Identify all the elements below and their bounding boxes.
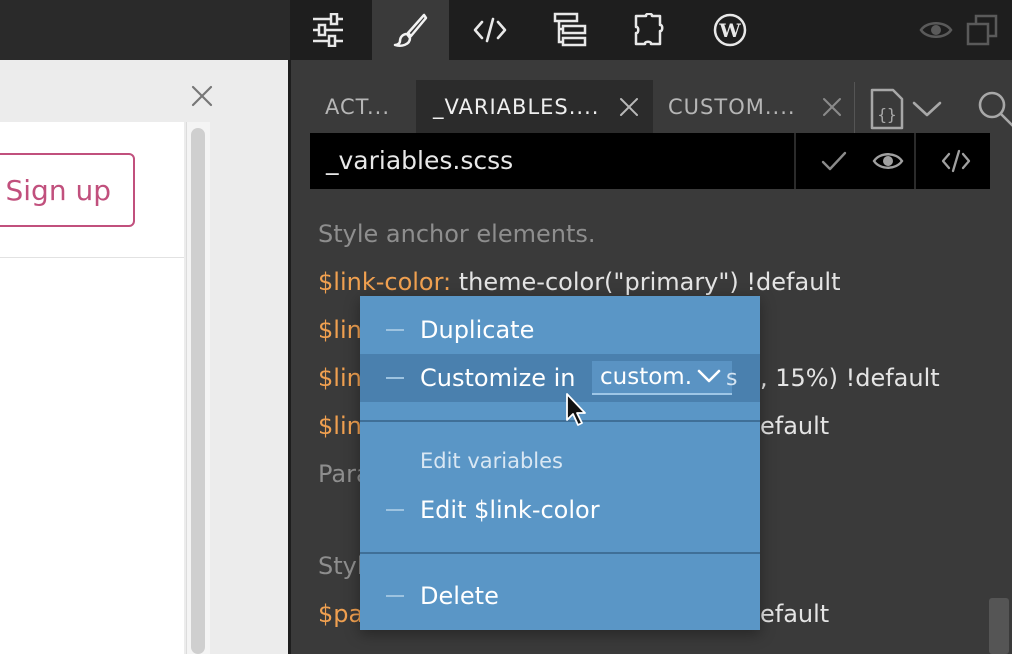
- preview-scrollbar-thumb[interactable]: [191, 128, 205, 654]
- toolbar-left-area: [0, 0, 290, 60]
- tab-variables[interactable]: _VARIABLES....: [416, 80, 653, 134]
- eye-icon: [872, 153, 904, 169]
- code-icon: [941, 149, 971, 173]
- settings-sliders-icon: [313, 13, 343, 47]
- close-preview-button[interactable]: [188, 82, 216, 110]
- page-preview-panel: Sign up: [0, 60, 290, 654]
- windows-icon: [966, 14, 998, 46]
- chevron-down-icon: [697, 369, 721, 383]
- menu-section-header: Edit variables: [420, 449, 564, 473]
- components-button[interactable]: [628, 0, 672, 60]
- preview-navbar: Sign up: [0, 122, 184, 258]
- signup-button[interactable]: Sign up: [0, 153, 135, 227]
- preview-frame: Sign up: [0, 122, 184, 654]
- code-line: $lin , 15%) !default: [318, 363, 940, 393]
- file-bar-separator: [914, 133, 916, 189]
- element-tree-button[interactable]: [548, 0, 592, 60]
- menu-item-label: Customize in: [420, 364, 576, 392]
- file-bar-separator: [794, 133, 796, 189]
- menu-item-duplicate[interactable]: Duplicate: [360, 306, 760, 354]
- variable-name: $pa: [318, 600, 364, 628]
- wordpress-icon: W: [713, 13, 747, 47]
- tab-label: _VARIABLES....: [433, 95, 600, 119]
- tab-custom[interactable]: CUSTOM....: [657, 80, 853, 134]
- dash-icon: [386, 509, 404, 511]
- preview-header: [0, 60, 290, 122]
- code-line: $lin: [318, 315, 362, 345]
- design-brush-button[interactable]: [388, 0, 432, 60]
- select-value: custom.: [600, 364, 693, 390]
- close-icon: [191, 85, 213, 107]
- menu-item-label: Duplicate: [420, 316, 535, 344]
- menu-item-label: Edit $link-color: [420, 496, 600, 524]
- code-line: $pa efault: [318, 599, 829, 629]
- dash-icon: [386, 377, 404, 379]
- dash-icon: [386, 595, 404, 597]
- puzzle-icon: [634, 13, 664, 46]
- menu-item-delete[interactable]: Delete: [360, 572, 760, 620]
- close-tab-icon[interactable]: [618, 96, 640, 118]
- eye-icon: [919, 22, 953, 38]
- code-comment: Style anchor elements.: [318, 220, 596, 248]
- menu-item-edit-link-color[interactable]: Edit $link-color: [360, 486, 760, 534]
- menu-item-label: Delete: [420, 582, 499, 610]
- search-icon: [978, 91, 1012, 127]
- mouse-cursor-icon: [566, 393, 586, 426]
- tab-label: CUSTOM....: [668, 95, 796, 119]
- chevron-down-icon: [912, 101, 942, 117]
- select-value-tail: s: [726, 365, 738, 391]
- save-check-button[interactable]: [814, 133, 854, 189]
- svg-text:W: W: [718, 20, 741, 42]
- scss-file-icon: {}: [870, 88, 904, 130]
- source-code-button[interactable]: [936, 133, 976, 189]
- file-menu-button[interactable]: {}: [869, 84, 943, 134]
- variable-name: $lin: [318, 412, 362, 440]
- editor-scrollbar-thumb[interactable]: [989, 598, 1009, 654]
- menu-separator: [360, 552, 760, 554]
- menu-item-customize-in[interactable]: Customize in custom. s: [360, 354, 760, 402]
- code-comment: Styl: [318, 552, 364, 580]
- dash-icon: [386, 329, 404, 331]
- code-line: $link-color: theme-color("primary") !def…: [318, 267, 840, 297]
- variable-name: $link-color:: [318, 268, 452, 296]
- context-menu: Duplicate Customize in custom. s Edit va…: [360, 296, 760, 630]
- paintbrush-icon: [393, 13, 428, 47]
- variable-value: efault: [760, 412, 830, 440]
- code-icon: [473, 17, 507, 43]
- menu-separator: [360, 420, 760, 422]
- variable-value: efault: [760, 600, 830, 628]
- windows-button[interactable]: [964, 0, 1000, 60]
- code-view-button[interactable]: [468, 0, 512, 60]
- variable-name: $lin: [318, 316, 362, 344]
- checkmark-icon: [821, 151, 847, 171]
- file-bar: _variables.scss: [310, 133, 990, 189]
- tab-separator: [854, 82, 855, 134]
- file-name: _variables.scss: [326, 146, 514, 175]
- variable-value: , 15%) !default: [760, 364, 940, 392]
- search-button[interactable]: [975, 88, 1012, 128]
- tree-icon: [553, 12, 587, 47]
- tab-actions[interactable]: ACT...: [325, 80, 390, 134]
- wordpress-button[interactable]: W: [708, 0, 752, 60]
- svg-text:{}: {}: [877, 105, 896, 124]
- close-tab-icon[interactable]: [821, 96, 843, 118]
- variable-value: theme-color("primary") !default: [451, 268, 841, 296]
- top-toolbar: W: [0, 0, 1012, 60]
- customize-target-select[interactable]: custom.: [592, 361, 732, 395]
- tab-label: ACT...: [325, 95, 391, 119]
- preview-eye-button[interactable]: [918, 0, 954, 60]
- code-line: $lin efault: [318, 411, 829, 441]
- settings-sliders-button[interactable]: [306, 0, 350, 60]
- variable-name: $lin: [318, 364, 362, 392]
- visibility-button[interactable]: [868, 133, 908, 189]
